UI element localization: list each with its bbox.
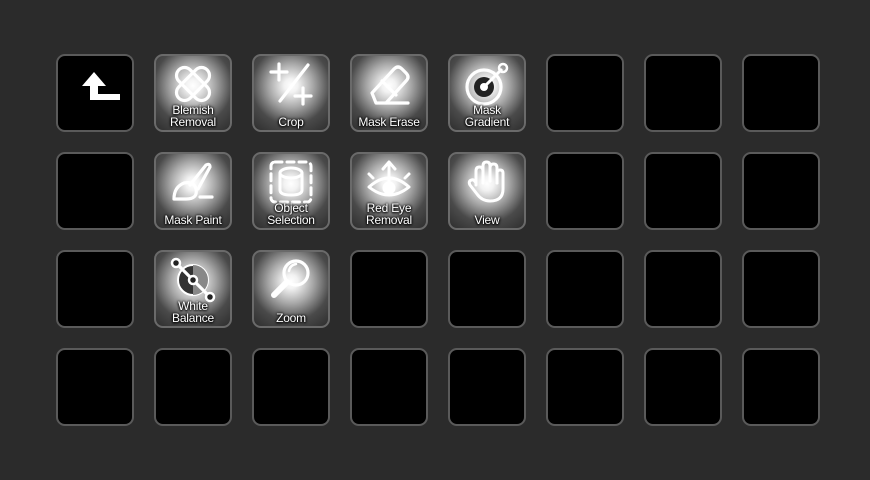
white-balance-key[interactable]: White Balance — [154, 250, 232, 328]
mask-erase-label: Mask Erase — [358, 115, 420, 129]
mask-gradient-label: Mask Gradient — [464, 103, 510, 129]
empty-key[interactable] — [448, 250, 526, 328]
empty-key[interactable] — [742, 152, 820, 230]
crop-icon — [254, 59, 328, 109]
key-grid: Blemish Removal Crop Mask Erase Mask Gra… — [56, 54, 820, 426]
gradient-target-icon — [450, 59, 524, 109]
empty-key[interactable] — [644, 348, 722, 426]
paint-brush-icon — [156, 157, 230, 207]
crop-label: Crop — [278, 115, 304, 129]
view-label: View — [474, 213, 500, 227]
empty-key[interactable] — [56, 348, 134, 426]
mask-paint-label: Mask Paint — [164, 213, 222, 227]
red-eye-removal-key[interactable]: Red Eye Removal — [350, 152, 428, 230]
empty-key[interactable] — [56, 250, 134, 328]
mask-erase-key[interactable]: Mask Erase — [350, 54, 428, 132]
empty-key[interactable] — [154, 348, 232, 426]
white-balance-label: White Balance — [172, 299, 214, 325]
view-key[interactable]: View — [448, 152, 526, 230]
zoom-label: Zoom — [276, 311, 306, 325]
object-selection-icon — [254, 157, 328, 207]
blemish-removal-label: Blemish Removal — [170, 103, 216, 129]
empty-key[interactable] — [644, 250, 722, 328]
mask-paint-key[interactable]: Mask Paint — [154, 152, 232, 230]
eraser-icon — [352, 59, 426, 109]
empty-key[interactable] — [644, 54, 722, 132]
hand-icon — [450, 157, 524, 207]
red-eye-removal-label: Red Eye Removal — [366, 201, 412, 227]
empty-key[interactable] — [742, 54, 820, 132]
back-key[interactable] — [56, 54, 134, 132]
object-selection-key[interactable]: Object Selection — [252, 152, 330, 230]
empty-key[interactable] — [742, 250, 820, 328]
zoom-key[interactable]: Zoom — [252, 250, 330, 328]
mask-gradient-key[interactable]: Mask Gradient — [448, 54, 526, 132]
red-eye-icon — [352, 157, 426, 207]
bandage-icon — [156, 59, 230, 109]
empty-key[interactable] — [56, 152, 134, 230]
empty-key[interactable] — [448, 348, 526, 426]
empty-key[interactable] — [350, 348, 428, 426]
crop-key[interactable]: Crop — [252, 54, 330, 132]
blemish-removal-key[interactable]: Blemish Removal — [154, 54, 232, 132]
magnifier-icon — [254, 255, 328, 305]
empty-key[interactable] — [350, 250, 428, 328]
object-selection-label: Object Selection — [267, 201, 315, 227]
back-arrow-icon — [58, 68, 132, 118]
empty-key[interactable] — [644, 152, 722, 230]
empty-key[interactable] — [546, 250, 624, 328]
empty-key[interactable] — [252, 348, 330, 426]
empty-key[interactable] — [546, 152, 624, 230]
empty-key[interactable] — [546, 54, 624, 132]
white-balance-icon — [156, 255, 230, 305]
empty-key[interactable] — [742, 348, 820, 426]
empty-key[interactable] — [546, 348, 624, 426]
